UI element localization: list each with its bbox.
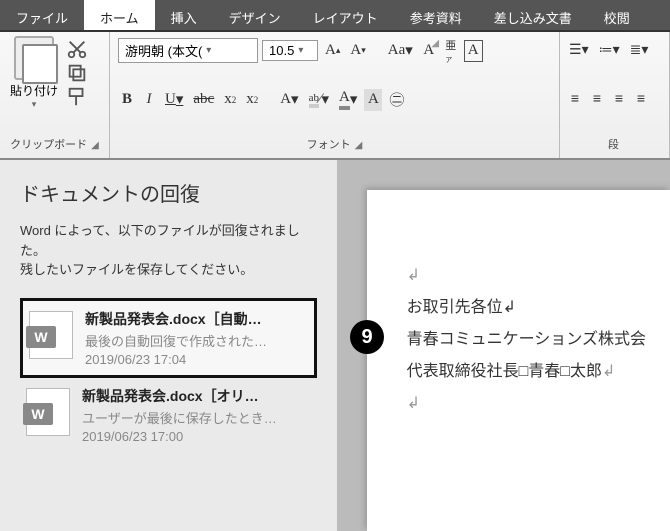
format-painter-icon[interactable] <box>66 86 88 108</box>
numbering-button[interactable]: ≔▾ <box>596 38 623 60</box>
group-font: 游明朝 (本文(▾ 10.5▾ A▴ A▾ Aa▾ A◢ 亜ア A B I U▾… <box>110 32 560 158</box>
recovery-item-name: 新製品発表会.docx［オリ… <box>82 386 311 406</box>
document-area[interactable]: ↲ お取引先各位↲ 青春コミュニケーションズ株式会 代表取締役社長□青春□太郎↲… <box>337 160 670 531</box>
italic-button[interactable]: I <box>140 89 158 111</box>
font-size-combo[interactable]: 10.5▾ <box>262 40 318 61</box>
page: ↲ お取引先各位↲ 青春コミュニケーションズ株式会 代表取締役社長□青春□太郎↲… <box>367 190 670 531</box>
text-effects-button[interactable]: A▾ <box>277 89 301 111</box>
paste-label: 貼り付け <box>8 82 60 99</box>
copy-icon[interactable] <box>66 62 88 84</box>
subscript-button[interactable]: x2 <box>221 89 239 111</box>
recovery-item-desc: 最後の自動回復で作成された… <box>85 331 308 350</box>
tab-file[interactable]: ファイル <box>0 0 84 30</box>
shrink-font-button[interactable]: A▾ <box>347 40 368 62</box>
recovery-item-original[interactable]: W 新製品発表会.docx［オリ… ユーザーが最後に保存したとき… 2019/0… <box>20 378 317 452</box>
paste-button[interactable]: 貼り付け ▾ <box>8 36 60 110</box>
clipboard-label: クリップボード <box>10 139 87 151</box>
clipboard-launcher-icon[interactable]: ◢ <box>91 140 99 151</box>
doc-line: 青春コミュニケーションズ株式会 <box>407 324 646 356</box>
align-left-button[interactable]: ≡ <box>566 87 584 109</box>
menu-tabs: ファイル ホーム 挿入 デザイン レイアウト 参考資料 差し込み文書 校閲 <box>0 0 670 32</box>
group-paragraph: ☰▾ ≔▾ ≣▾ ≡ ≡ ≡ ≡ 段 <box>560 32 670 158</box>
enclose-char-button[interactable]: ㊁ <box>386 89 407 111</box>
paste-icon <box>14 36 54 80</box>
font-name-combo[interactable]: 游明朝 (本文(▾ <box>118 38 258 63</box>
char-shading-button[interactable]: A <box>364 89 382 111</box>
recovery-title: ドキュメントの回復 <box>20 178 317 207</box>
align-right-button[interactable]: ≡ <box>610 87 628 109</box>
tab-insert[interactable]: 挿入 <box>155 0 213 30</box>
tab-mailings[interactable]: 差し込み文書 <box>478 0 588 30</box>
tab-review[interactable]: 校閲 <box>588 0 646 30</box>
paragraph-label: 段 <box>608 139 619 151</box>
recovery-item-desc: ユーザーが最後に保存したとき… <box>82 408 311 427</box>
tab-design[interactable]: デザイン <box>213 0 297 30</box>
align-center-button[interactable]: ≡ <box>588 87 606 109</box>
doc-line: お取引先各位↲ <box>407 292 646 324</box>
phonetic-guide-button[interactable]: 亜ア <box>442 40 460 62</box>
cut-icon[interactable] <box>66 38 88 60</box>
recovery-item-time: 2019/06/23 17:00 <box>82 429 311 444</box>
align-justify-button[interactable]: ≡ <box>632 87 650 109</box>
tab-home[interactable]: ホーム <box>84 0 155 30</box>
multilevel-button[interactable]: ≣▾ <box>627 38 652 60</box>
recovery-item-time: 2019/06/23 17:04 <box>85 352 308 367</box>
char-border-button[interactable]: A <box>464 40 483 62</box>
group-clipboard: 貼り付け ▾ クリップボード ◢ <box>0 32 110 158</box>
recovery-item-name: 新製品発表会.docx［自動… <box>85 309 308 329</box>
word-file-icon: W <box>29 311 73 359</box>
underline-button[interactable]: U▾ <box>162 89 186 111</box>
change-case-button[interactable]: Aa▾ <box>385 40 416 62</box>
font-label: フォント <box>307 139 351 151</box>
doc-line: 代表取締役社長□青春□太郎 <box>407 363 602 380</box>
superscript-button[interactable]: x2 <box>243 89 261 111</box>
bold-button[interactable]: B <box>118 89 136 111</box>
highlight-button[interactable]: ab⁄▾ <box>306 89 332 111</box>
tab-layout[interactable]: レイアウト <box>297 0 394 30</box>
grow-font-button[interactable]: A▴ <box>322 40 343 62</box>
tab-references[interactable]: 参考資料 <box>394 0 478 30</box>
font-launcher-icon[interactable]: ◢ <box>355 140 363 151</box>
recovery-message: Word によって、以下のファイルが回復されました。残したいファイルを保存してく… <box>20 221 317 280</box>
font-color-button[interactable]: A▾ <box>336 89 360 111</box>
ribbon: 貼り付け ▾ クリップボード ◢ 游明朝 (本文(▾ 10.5▾ A▴ A▾ Aa… <box>0 32 670 160</box>
callout-badge: 9 <box>350 320 384 354</box>
recovery-item-autosaved[interactable]: W 新製品発表会.docx［自動… 最後の自動回復で作成された… 2019/06… <box>20 298 317 378</box>
document-recovery-pane: ドキュメントの回復 Word によって、以下のファイルが回復されました。残したい… <box>0 160 337 531</box>
strike-button[interactable]: abc <box>190 89 217 111</box>
word-file-icon: W <box>26 388 70 436</box>
clear-format-button[interactable]: A◢ <box>420 40 438 62</box>
bullets-button[interactable]: ☰▾ <box>566 38 592 60</box>
